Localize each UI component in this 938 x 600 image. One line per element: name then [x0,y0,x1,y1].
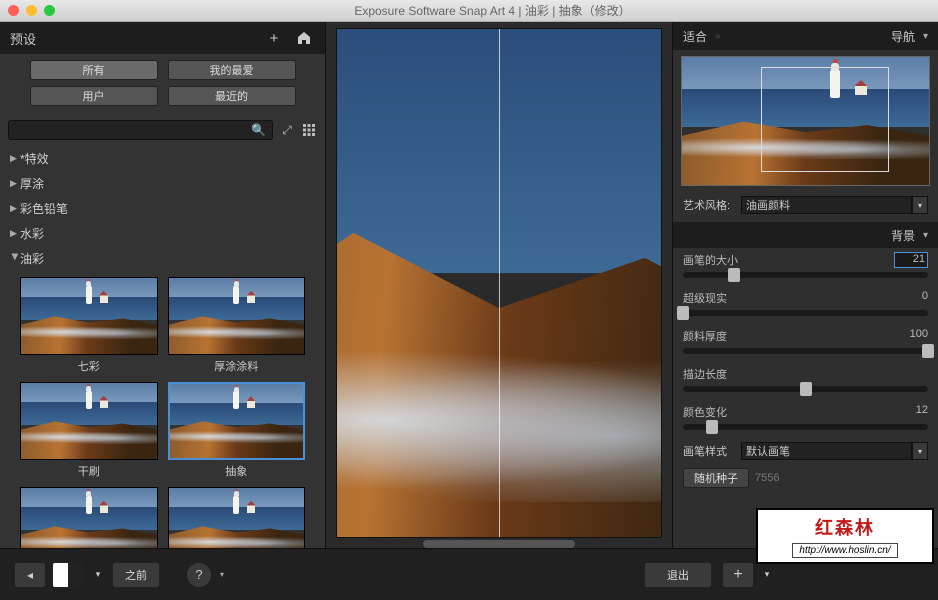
navigator-viewport-box[interactable] [761,67,889,172]
navigator-header: 适合 » 导航 ▾ [673,22,938,50]
slider-track[interactable] [683,424,928,430]
preset-thumb-vignette[interactable]: 晕影 [20,487,158,548]
brush-style-select[interactable]: 默认画笔 [741,442,912,460]
art-style-select[interactable]: 油画颜料 [741,196,912,214]
traffic-lights [8,5,55,16]
preset-thumb-impasto-paint[interactable]: 厚涂涂料 [168,277,306,374]
preset-thumb-abstract[interactable]: 抽象 [168,382,306,479]
search-field[interactable] [15,124,251,136]
slider-label: 描边长度 [683,366,727,382]
minimize-window-icon[interactable] [26,5,37,16]
brush-style-dropdown-icon[interactable]: ▾ [912,442,928,460]
filter-user-button[interactable]: 用户 [30,86,158,106]
watermark-title: 红森林 [815,514,875,540]
window-title: Exposure Software Snap Art 4 | 油彩 | 抽象（修… [55,2,930,19]
category-watercolor[interactable]: ▶水彩 [8,221,317,246]
before-button[interactable]: 之前 [112,562,160,588]
exit-button[interactable]: 退出 [644,562,712,588]
slider-track[interactable] [683,386,928,392]
title-bar: Exposure Software Snap Art 4 | 油彩 | 抽象（修… [0,0,938,22]
slider-thumb[interactable] [922,344,934,358]
preset-filters: 所有 我的最爱 用户 最近的 [0,54,325,118]
filter-all-button[interactable]: 所有 [30,60,158,80]
presets-header: 预设 + [0,22,325,54]
slider-value[interactable]: 12 [894,404,928,420]
slider-label: 画笔的大小 [683,252,738,268]
zoom-steps-icon[interactable]: » [715,31,721,42]
help-icon[interactable]: ? [186,562,212,588]
art-style-dropdown-icon[interactable]: ▾ [912,196,928,214]
slider-track[interactable] [683,310,928,316]
navigator-title: 导航 [891,28,915,45]
add-preset-icon[interactable]: + [263,27,285,49]
preset-search-input[interactable]: 🔍 [8,120,273,140]
split-divider[interactable] [499,29,500,537]
slider-3: 描边长度 [673,362,938,400]
preset-thumbnails: 七彩 厚涂涂料 干刷 抽象 晕影 [8,271,317,548]
category-oil[interactable]: ▶油彩 [8,246,317,271]
view-mode-prev-icon[interactable]: ◂ [14,562,46,588]
slider-thumb[interactable] [677,306,689,320]
preview-image[interactable] [336,28,662,538]
category-colored-pencil[interactable]: ▶彩色铅笔 [8,196,317,221]
view-mode-dropdown-icon[interactable]: ▾ [90,562,106,588]
art-style-label: 艺术风格: [683,197,741,213]
add-dropdown-icon[interactable]: ▾ [760,562,774,588]
maximize-window-icon[interactable] [44,5,55,16]
slider-value[interactable]: 0 [894,290,928,306]
slider-thumb[interactable] [706,420,718,434]
slider-4: 颜色变化 12 [673,400,938,438]
search-icon[interactable]: 🔍 [251,123,266,137]
category-effects[interactable]: ▶*特效 [8,146,317,171]
brush-style-row: 画笔样式 默认画笔 ▾ [673,438,938,464]
art-style-row: 艺术风格: 油画颜料 ▾ [673,192,938,218]
chevron-down-icon[interactable]: ▾ [923,230,928,241]
help-dropdown-icon[interactable]: ▾ [220,570,224,579]
presets-title: 预设 [10,29,36,48]
slider-thumb[interactable] [800,382,812,396]
preview-panel [326,22,672,548]
slider-thumb[interactable] [728,268,740,282]
filter-recent-button[interactable]: 最近的 [168,86,296,106]
preview-scrollbar[interactable] [423,540,575,548]
category-impasto[interactable]: ▶厚涂 [8,171,317,196]
chevron-down-icon[interactable]: ▾ [923,31,928,42]
category-list: ▶*特效 ▶厚涂 ▶彩色铅笔 ▶水彩 ▶油彩 七彩 厚涂涂料 干刷 [0,146,325,548]
random-seed-button[interactable]: 随机种子 [683,468,749,488]
slider-label: 颜色变化 [683,404,727,420]
navigator-thumbnail[interactable] [681,56,930,186]
slider-value[interactable]: 21 [894,252,928,268]
filter-favorites-button[interactable]: 我的最爱 [168,60,296,80]
watermark-url: http://www.hoslin.cn/ [792,543,897,558]
preset-thumb-detail[interactable]: 细节 [168,487,306,548]
watermark: 红森林 http://www.hoslin.cn/ [756,508,934,564]
add-icon[interactable]: + [722,562,754,588]
collapse-icon[interactable]: ⤢ [279,122,295,138]
brush-style-label: 画笔样式 [683,443,741,459]
slider-track[interactable] [683,348,928,354]
fit-label[interactable]: 适合 [683,28,707,45]
background-section-header[interactable]: 背景 ▾ [673,222,938,248]
preset-thumb-dry-brush[interactable]: 干刷 [20,382,158,479]
slider-track[interactable] [683,272,928,278]
grid-view-icon[interactable] [301,122,317,138]
presets-panel: 预设 + 所有 我的最爱 用户 最近的 🔍 ⤢ [0,22,326,548]
split-view-icon[interactable] [52,562,84,588]
slider-1: 超级现实 0 [673,286,938,324]
slider-0: 画笔的大小 21 [673,248,938,286]
slider-2: 颜料厚度 100 [673,324,938,362]
slider-label: 颜料厚度 [683,328,727,344]
close-window-icon[interactable] [8,5,19,16]
home-icon[interactable] [293,27,315,49]
settings-panel: 适合 » 导航 ▾ 艺术风格: 油画颜料 ▾ 背景 ▾ 画笔的大小 21 超级现实 0… [672,22,938,548]
preset-thumb-colorful[interactable]: 七彩 [20,277,158,374]
slider-label: 超级现实 [683,290,727,306]
seed-value: 7556 [755,472,779,484]
slider-value[interactable]: 100 [894,328,928,344]
